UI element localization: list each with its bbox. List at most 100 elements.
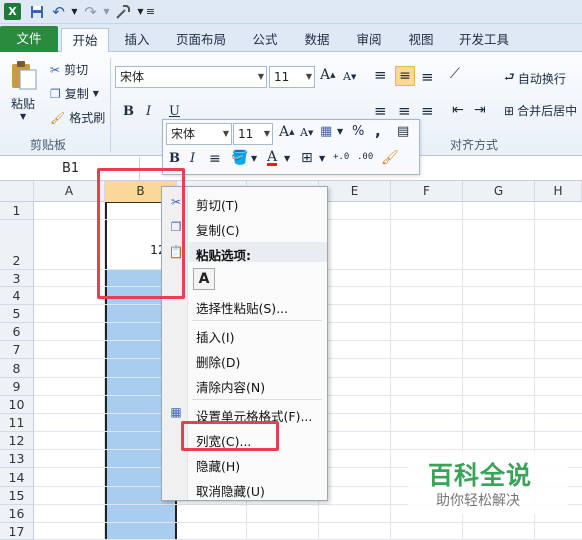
mini-font-size-select[interactable]: 11 ▼ xyxy=(233,123,273,145)
tab-page-layout[interactable]: 页面布局 xyxy=(172,28,230,52)
cut-button[interactable]: ✂ 剪切 xyxy=(50,61,88,78)
format-icon[interactable]: ▤ xyxy=(397,124,409,139)
format-painter-icon[interactable]: 🖌 xyxy=(381,150,399,166)
column-header-g[interactable]: G xyxy=(463,181,535,202)
mini-bold-button[interactable]: B xyxy=(169,151,180,166)
mini-italic-button[interactable]: I xyxy=(190,151,195,166)
orientation-icon[interactable]: ⟋ xyxy=(450,66,460,82)
borders-icon[interactable]: ⊞ xyxy=(301,150,313,166)
redo-icon[interactable]: ↷ xyxy=(82,3,99,21)
excel-icon[interactable]: X xyxy=(4,3,21,20)
increase-decimal-button[interactable]: +.0 xyxy=(333,152,349,162)
align-right-icon[interactable]: ≡ xyxy=(421,102,434,120)
row-header-12[interactable]: 12 xyxy=(0,432,34,450)
save-icon[interactable] xyxy=(28,3,45,20)
mini-font-size-value: 11 xyxy=(238,127,254,141)
tab-review[interactable]: 审阅 xyxy=(348,28,390,52)
grow-font-button[interactable]: A ▲ xyxy=(320,67,336,83)
tab-data[interactable]: 数据 xyxy=(296,28,338,52)
center-align-icon[interactable]: ≡ xyxy=(209,151,221,167)
menu-separator xyxy=(192,399,322,400)
comma-button[interactable]: , xyxy=(375,122,381,140)
mini-grow-font-button[interactable]: A ▲ xyxy=(279,124,295,140)
font-name-select[interactable]: 宋体 ▼ xyxy=(115,66,267,88)
customize-icon[interactable]: ≡ xyxy=(142,3,159,20)
scissors-icon: ✂ xyxy=(50,62,61,77)
font-name-value: 宋体 xyxy=(120,70,145,84)
tab-view[interactable]: 视图 xyxy=(400,28,442,52)
accounting-format-icon[interactable]: ▦ xyxy=(320,124,332,139)
row-header-15[interactable]: 15 xyxy=(0,487,34,505)
shrink-font-button[interactable]: A ▼ xyxy=(343,70,356,83)
merge-center-button[interactable]: ⊞ 合并后居中 xyxy=(504,102,577,119)
tab-file[interactable]: 文件 xyxy=(0,26,58,52)
row-header-5[interactable]: 5 xyxy=(0,305,34,323)
underline-button[interactable]: U xyxy=(169,104,180,119)
row-header-8[interactable]: 8 xyxy=(0,359,34,378)
menu-item-paste-special[interactable]: 选择性粘贴(S)... xyxy=(196,298,288,317)
row-header-10[interactable]: 10 xyxy=(0,396,34,414)
bold-button[interactable]: B xyxy=(123,104,134,119)
mini-font-name-value: 宋体 xyxy=(171,127,196,141)
column-header-e[interactable]: E xyxy=(319,181,391,202)
menu-item-hide[interactable]: 隐藏(H) xyxy=(196,456,240,475)
row-header-17[interactable]: 17 xyxy=(0,523,34,540)
row-header-4[interactable]: 4 xyxy=(0,287,34,305)
row-header-7[interactable]: 7 xyxy=(0,341,34,359)
format-painter-button[interactable]: 🖌 格式刷 xyxy=(50,109,105,126)
align-bottom-icon[interactable]: ≡ xyxy=(421,68,434,86)
menu-item-unhide[interactable]: 取消隐藏(U) xyxy=(196,481,265,500)
mini-shrink-font-button[interactable]: A ▼ xyxy=(300,126,313,139)
row-header-2[interactable]: 2 xyxy=(0,220,34,270)
align-center-icon[interactable]: ≡ xyxy=(398,102,411,120)
align-left-icon[interactable]: ≡ xyxy=(374,102,387,120)
paste-button[interactable]: 粘贴 xyxy=(11,95,35,112)
font-color-icon[interactable]: A xyxy=(267,149,277,165)
wrap-text-button[interactable]: ⮐ 自动换行 xyxy=(504,68,566,89)
align-middle-icon[interactable]: ≡ xyxy=(395,66,415,86)
chevron-down-icon[interactable]: ▼ xyxy=(66,3,83,20)
row-header-9[interactable]: 9 xyxy=(0,378,34,396)
menu-item-copy[interactable]: 复制(C) xyxy=(196,220,239,239)
font-size-select[interactable]: 11 ▼ xyxy=(269,66,315,88)
row-header-14[interactable]: 14 xyxy=(0,468,34,487)
paste-option-a-button[interactable]: A xyxy=(193,268,215,290)
percent-button[interactable]: % xyxy=(352,124,364,139)
undo-icon[interactable]: ↶ xyxy=(50,3,67,21)
decrease-decimal-button[interactable]: .00 xyxy=(357,152,373,162)
row-header-11[interactable]: 11 xyxy=(0,414,34,432)
tab-insert[interactable]: 插入 xyxy=(115,28,159,52)
row-header-16[interactable]: 16 xyxy=(0,505,34,523)
menu-item-cut[interactable]: 剪切(T) xyxy=(196,195,238,214)
chevron-down-icon[interactable]: ▼ xyxy=(284,154,290,163)
fill-color-icon[interactable]: 🪣 xyxy=(231,150,248,166)
column-header-a[interactable]: A xyxy=(34,181,105,202)
paste-icon[interactable] xyxy=(8,60,40,90)
increase-indent-icon[interactable]: ⇥ xyxy=(474,102,486,118)
menu-item-delete[interactable]: 删除(D) xyxy=(196,352,240,371)
tools-icon[interactable] xyxy=(114,3,131,20)
select-all-corner[interactable] xyxy=(0,181,34,202)
mini-font-name-select[interactable]: 宋体 ▼ xyxy=(166,123,232,145)
chevron-down-icon[interactable]: ▼ xyxy=(337,127,343,136)
chevron-down-icon[interactable]: ▼ xyxy=(319,154,325,163)
menu-item-clear-contents[interactable]: 清除内容(N) xyxy=(196,377,265,396)
decrease-indent-icon[interactable]: ⇤ xyxy=(452,102,464,118)
highlight-column-width xyxy=(181,421,279,451)
column-header-h[interactable]: H xyxy=(535,181,582,202)
chevron-down-icon[interactable]: ▼ xyxy=(98,3,115,20)
row-header-6[interactable]: 6 xyxy=(0,323,34,341)
row-header-3[interactable]: 3 xyxy=(0,270,34,287)
chevron-down-icon[interactable]: ▼ xyxy=(20,112,26,121)
tab-home[interactable]: 开始 xyxy=(61,28,109,52)
column-header-f[interactable]: F xyxy=(391,181,463,202)
copy-button[interactable]: ❐ 复制 ▼ xyxy=(50,85,99,102)
row-header-13[interactable]: 13 xyxy=(0,450,34,468)
tab-formulas[interactable]: 公式 xyxy=(244,28,286,52)
row-header-1[interactable]: 1 xyxy=(0,202,34,220)
chevron-down-icon[interactable]: ▼ xyxy=(251,154,257,163)
tab-developer[interactable]: 开发工具 xyxy=(452,28,516,52)
italic-button[interactable]: I xyxy=(146,104,151,119)
align-top-icon[interactable]: ≡ xyxy=(374,66,387,84)
menu-item-insert[interactable]: 插入(I) xyxy=(196,327,234,346)
